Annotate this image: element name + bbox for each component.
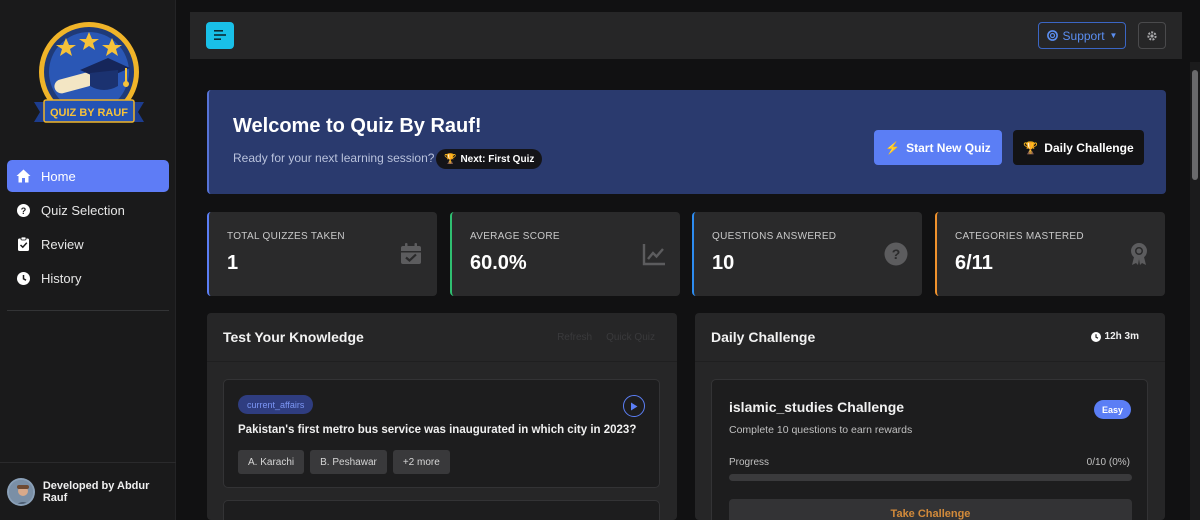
stat-value: 1 [227,252,239,274]
start-new-quiz-button[interactable]: ⚡ Start New Quiz [874,130,1002,165]
progress-value: 0/10 (0%) [1086,457,1130,468]
stat-card-categories-mastered: CATEGORIES MASTERED 6/11 [935,212,1165,296]
sidebar: QUIZ BY RAUF Home ? Quiz Selection Revie… [0,0,176,520]
knowledge-actions: Refresh Quick Quiz [557,332,655,343]
challenge-timer: 12h 3m [1090,331,1139,342]
topbar: Support ▼ [190,12,1182,59]
timer-text: 12h 3m [1104,331,1139,342]
challenge-card: islamic_studies Challenge Easy Complete … [711,379,1148,520]
sidebar-divider [7,310,169,311]
support-label: Support [1062,28,1105,43]
challenge-title: islamic_studies Challenge [729,399,905,415]
sidebar-item-label: Home [41,168,76,184]
sidebar-item-home[interactable]: Home [7,160,169,192]
home-icon [15,168,31,184]
knowledge-panel: Test Your Knowledge Refresh Quick Quiz c… [207,313,677,520]
stat-value: 10 [712,252,735,274]
progress-bar [729,474,1132,481]
knowledge-panel-header: Test Your Knowledge Refresh Quick Quiz [207,313,677,362]
sidebar-item-label: History [41,270,82,286]
stat-value: 60.0% [470,252,527,274]
question-text: Pakistan's first metro bus service was i… [238,424,637,436]
next-quiz-label: Next: First Quiz [460,153,535,165]
daily-challenge-button[interactable]: 🏆 Daily Challenge [1013,130,1144,165]
question-circle-icon: ? [15,202,31,218]
gear-icon [1146,30,1158,42]
daily-panel-title: Daily Challenge [711,329,816,345]
svg-text:?: ? [892,246,901,262]
settings-button[interactable] [1138,22,1166,49]
trophy-icon: 🏆 [444,153,457,165]
question-circle-icon: ? [884,242,908,266]
stat-card-total-quizzes: TOTAL QUIZZES TAKEN 1 [207,212,437,296]
start-new-quiz-label: Start New Quiz [906,140,991,155]
stat-label: QUESTIONS ANSWERED [712,231,837,242]
chart-line-icon [642,242,666,266]
sidebar-item-review[interactable]: Review [7,228,169,260]
sidebar-item-history[interactable]: History [7,262,169,294]
logo-text: QUIZ BY RAUF [50,107,128,119]
take-challenge-label: Take Challenge [890,508,971,520]
sidebar-nav: Home ? Quiz Selection Review History [7,160,169,296]
svg-text:?: ? [20,206,26,216]
question-card[interactable] [223,500,660,520]
calendar-check-icon [399,242,423,266]
welcome-subtitle: Ready for your next learning session? [233,151,435,165]
stat-card-average-score: AVERAGE SCORE 60.0% [450,212,680,296]
scrollbar-thumb[interactable] [1192,70,1198,180]
stat-label: AVERAGE SCORE [470,231,560,242]
progress-label: Progress [729,457,770,468]
more-options-chip[interactable]: +2 more [392,450,450,474]
avatar [7,477,35,506]
stat-label: TOTAL QUIZZES TAKEN [227,231,345,242]
play-icon [630,402,638,411]
stat-value: 6/11 [955,252,993,274]
developer-name: Developed by Abdur Rauf [42,479,150,504]
clipboard-check-icon [15,236,31,252]
stat-label: CATEGORIES MASTERED [955,231,1084,242]
sidebar-item-label: Quiz Selection [41,202,125,218]
clock-icon [15,270,31,286]
daily-challenge-label: Daily Challenge [1044,140,1134,155]
bolt-icon: ⚡ [885,140,901,155]
refresh-button[interactable]: Refresh [557,332,592,343]
welcome-title: Welcome to Quiz By Rauf! [233,115,482,137]
clock-icon [1090,331,1101,342]
menu-icon [214,27,226,45]
question-options: A. Karachi B. Peshawar +2 more [238,450,450,474]
option-chip[interactable]: B. Peshawar [310,450,387,474]
sidebar-toggle-button[interactable] [206,22,234,49]
support-dropdown[interactable]: Support ▼ [1038,22,1126,49]
take-challenge-button[interactable]: Take Challenge [729,499,1132,520]
daily-challenge-panel: Daily Challenge 12h 3m islamic_studies C… [695,313,1165,520]
caret-down-icon: ▼ [1109,31,1118,40]
stat-card-questions-answered: QUESTIONS ANSWERED 10 ? [692,212,922,296]
quiz-by-rauf-logo[interactable]: QUIZ BY RAUF [30,18,148,130]
welcome-banner: Welcome to Quiz By Rauf! Ready for your … [207,90,1166,194]
lifebuoy-icon [1046,30,1058,41]
quick-quiz-button[interactable]: Quick Quiz [606,332,655,343]
daily-panel-header: Daily Challenge 12h 3m [695,313,1165,362]
next-quiz-badge: 🏆 Next: First Quiz [436,149,543,169]
challenge-description: Complete 10 questions to earn rewards [729,424,913,436]
trophy-icon: 🏆 [1023,140,1039,155]
award-icon [1127,242,1151,266]
category-tag: current_affairs [238,395,314,414]
sidebar-item-quiz-selection[interactable]: ? Quiz Selection [7,194,169,226]
developer-credit: Developed by Abdur Rauf [0,462,176,520]
difficulty-badge: Easy [1093,400,1131,419]
play-button[interactable] [623,395,645,417]
option-chip[interactable]: A. Karachi [238,450,305,474]
question-card[interactable]: current_affairs Pakistan's first metro b… [223,379,660,488]
sidebar-item-label: Review [41,236,84,252]
knowledge-panel-title: Test Your Knowledge [223,329,364,345]
